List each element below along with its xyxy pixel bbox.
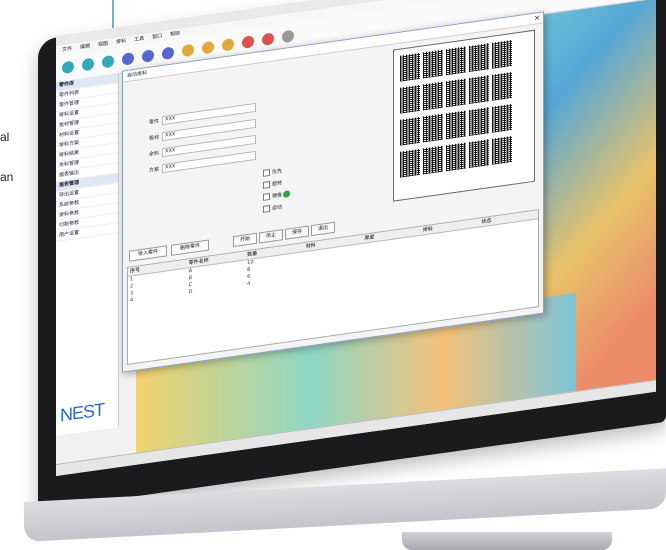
nested-part-block bbox=[492, 135, 512, 165]
side-caption-2: an bbox=[0, 170, 14, 184]
checkbox[interactable]: 镜像 bbox=[263, 191, 282, 201]
nested-part-block bbox=[446, 142, 466, 172]
toolbar-button-icon[interactable] bbox=[182, 43, 194, 58]
nested-part-block bbox=[469, 75, 489, 104]
nested-part-block bbox=[492, 103, 512, 133]
nested-part-block bbox=[446, 46, 466, 76]
status-indicator-icon bbox=[283, 190, 290, 199]
field-label: 余料 bbox=[149, 150, 160, 158]
toolbar-button-icon[interactable] bbox=[262, 32, 274, 47]
import-parts-button[interactable]: 导入零件 bbox=[129, 245, 167, 262]
toolbar-button-icon[interactable] bbox=[162, 46, 174, 61]
close-icon[interactable]: ✕ bbox=[534, 13, 540, 24]
nesting-preview bbox=[393, 29, 535, 202]
nested-part-block bbox=[423, 81, 443, 111]
monitor-stand bbox=[402, 532, 612, 550]
toolbar-button-icon[interactable] bbox=[242, 35, 254, 49]
toolbar-button-icon[interactable] bbox=[222, 37, 234, 52]
nested-part-block bbox=[469, 43, 489, 72]
nested-part-block bbox=[400, 148, 420, 178]
side-caption-1: al bbox=[0, 130, 10, 144]
sidebar: 零件库 零件列表 零件管理 排料设置 板材管理 材料设置 排料方案 排料结果 余… bbox=[56, 73, 119, 436]
check-row: 自动 bbox=[263, 203, 282, 213]
nesting-dialog: 自动排料 ✕ 零件 XXX 板材 XXX 余料 XXX 方案 XXX 优先 旋转… bbox=[122, 11, 544, 373]
start-button[interactable]: 开始 bbox=[233, 232, 257, 248]
check-row: 优先 bbox=[263, 167, 282, 177]
checkbox[interactable]: 优先 bbox=[263, 167, 282, 177]
toolbar-button-icon[interactable] bbox=[142, 49, 154, 63]
field-label: 零件 bbox=[149, 118, 160, 126]
nested-part-block bbox=[400, 116, 420, 146]
toolbar-button-icon[interactable] bbox=[202, 40, 214, 55]
check-row: 旋转 bbox=[263, 179, 282, 189]
checkbox[interactable]: 自动 bbox=[263, 203, 282, 213]
nested-part-block bbox=[423, 49, 443, 79]
nested-part-block bbox=[469, 107, 489, 136]
nested-part-block bbox=[423, 113, 443, 143]
toolbar-button-icon[interactable] bbox=[82, 57, 94, 72]
toolbar-button-icon[interactable] bbox=[122, 52, 134, 66]
field-label: 方案 bbox=[149, 166, 160, 174]
nested-part-block bbox=[400, 84, 420, 114]
nested-part-block bbox=[446, 78, 466, 108]
nested-part-block bbox=[423, 145, 443, 175]
monitor: 文件 编辑 视图 排料 工具 窗口 帮助 零件库 零件列表 零件管理 排料设置 … bbox=[24, 0, 666, 550]
toolbar-button-icon[interactable] bbox=[62, 60, 74, 75]
save-button[interactable]: 保存 bbox=[285, 225, 309, 240]
exit-button[interactable]: 退出 bbox=[311, 221, 335, 237]
stop-button[interactable]: 停止 bbox=[259, 229, 283, 244]
nested-part-block bbox=[469, 139, 489, 168]
check-row: 镜像 bbox=[263, 191, 282, 201]
checkbox[interactable]: 旋转 bbox=[263, 179, 282, 189]
delete-parts-button[interactable]: 删除零件 bbox=[171, 239, 209, 256]
nested-part-block bbox=[446, 110, 466, 140]
toolbar-button-icon[interactable] bbox=[102, 54, 114, 69]
nested-part-block bbox=[492, 39, 512, 69]
field-label: 板材 bbox=[149, 134, 160, 142]
nested-part-block bbox=[400, 52, 420, 82]
nested-part-block bbox=[492, 71, 512, 101]
toolbar-button-icon[interactable] bbox=[282, 29, 294, 44]
